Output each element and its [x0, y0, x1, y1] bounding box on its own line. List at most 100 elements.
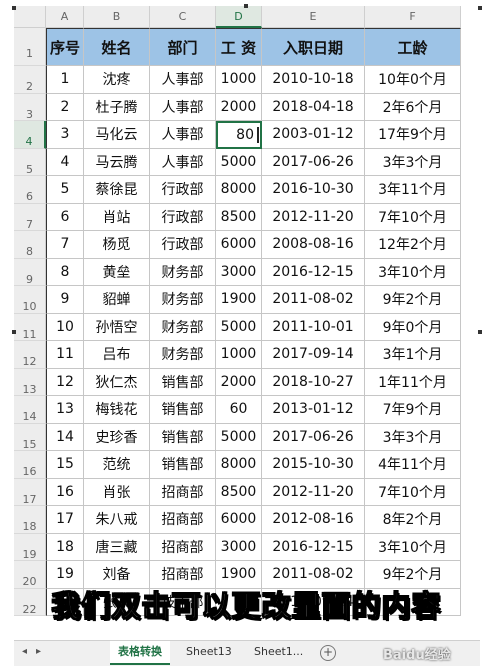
sheet-tab-sheet13[interactable]: Sheet13 [178, 641, 240, 665]
table-cell[interactable]: 3 [46, 121, 84, 149]
table-cell[interactable]: 招商部 [150, 533, 216, 561]
table-cell[interactable]: 1900 [216, 286, 262, 314]
table-cell[interactable]: 2 [46, 93, 84, 121]
table-cell[interactable]: 14 [46, 423, 84, 451]
table-cell[interactable]: 2015-10-30 [262, 451, 365, 479]
table-cell[interactable]: 2011-10-01 [262, 313, 365, 341]
column-header-a[interactable]: A [46, 6, 84, 28]
table-cell[interactable]: 1年11个月 [365, 368, 461, 396]
table-cell[interactable]: 狄仁杰 [84, 368, 150, 396]
add-sheet-icon[interactable]: + [320, 645, 336, 661]
row-header[interactable]: 6 [14, 176, 46, 204]
table-cell[interactable]: 蔡徐昆 [84, 176, 150, 204]
table-cell[interactable]: 6 [46, 203, 84, 231]
table-cell[interactable]: 60 [216, 396, 262, 424]
table-cell[interactable]: 人事部 [150, 93, 216, 121]
column-header-f[interactable]: F [365, 6, 461, 28]
table-cell[interactable]: 人事部 [150, 66, 216, 94]
table-cell[interactable]: 9年2个月 [365, 286, 461, 314]
table-cell[interactable]: 貂蝉 [84, 286, 150, 314]
table-cell[interactable]: 8000 [216, 451, 262, 479]
table-cell[interactable]: 2018-10-27 [262, 368, 365, 396]
row-header[interactable]: 13 [14, 368, 46, 396]
table-cell[interactable]: 2016-10-30 [262, 176, 365, 204]
row-header[interactable]: 14 [14, 396, 46, 424]
table-header-cell[interactable]: 姓名 [84, 28, 150, 66]
table-cell[interactable]: 3年3个月 [365, 423, 461, 451]
sheet-tab-active[interactable]: 表格转换 [110, 641, 170, 665]
table-cell[interactable]: 5000 [216, 423, 262, 451]
table-cell[interactable]: 8 [46, 258, 84, 286]
table-cell[interactable]: 2017-06-26 [262, 148, 365, 176]
table-cell[interactable]: 2016-12-15 [262, 258, 365, 286]
table-cell[interactable]: 行政部 [150, 176, 216, 204]
table-cell[interactable]: 行政部 [150, 203, 216, 231]
table-cell[interactable]: 唐三藏 [84, 533, 150, 561]
table-cell[interactable]: 2016-12-15 [262, 533, 365, 561]
column-header-b[interactable]: B [84, 6, 150, 28]
table-cell[interactable]: 11 [46, 341, 84, 369]
salary-cell-editing[interactable]: 80 [216, 121, 262, 149]
table-cell[interactable]: 2008-08-16 [262, 231, 365, 259]
row-header[interactable]: 1 [14, 28, 46, 66]
row-header[interactable]: 9 [14, 258, 46, 286]
row-header[interactable]: 18 [14, 506, 46, 534]
table-cell[interactable]: 8年2个月 [365, 506, 461, 534]
tab-scroll-left-icon[interactable]: ◂ [22, 646, 27, 657]
table-header-cell[interactable]: 序号 [46, 28, 84, 66]
table-cell[interactable]: 销售部 [150, 368, 216, 396]
column-header-e[interactable]: E [262, 6, 365, 28]
table-cell[interactable]: 沈疼 [84, 66, 150, 94]
row-header[interactable]: 8 [14, 231, 46, 259]
table-cell[interactable]: 吕布 [84, 341, 150, 369]
table-cell[interactable]: 2012-08-16 [262, 506, 365, 534]
table-cell[interactable]: 8000 [216, 176, 262, 204]
row-header[interactable]: 2 [14, 66, 46, 94]
row-header[interactable]: 16 [14, 451, 46, 479]
table-cell[interactable]: 3年1个月 [365, 341, 461, 369]
table-cell[interactable]: 5000 [216, 148, 262, 176]
table-cell[interactable]: 4年11个月 [365, 451, 461, 479]
table-cell[interactable]: 2017-09-14 [262, 341, 365, 369]
table-header-cell[interactable]: 入职日期 [262, 28, 365, 66]
sheet-tab-sheet1[interactable]: Sheet1... [246, 641, 311, 665]
table-cell[interactable]: 2012-11-20 [262, 203, 365, 231]
table-cell[interactable]: 3年11个月 [365, 176, 461, 204]
table-cell[interactable]: 朱八戒 [84, 506, 150, 534]
table-cell[interactable]: 8500 [216, 203, 262, 231]
table-cell[interactable]: 杨觅 [84, 231, 150, 259]
table-cell[interactable]: 2年6个月 [365, 93, 461, 121]
row-header[interactable]: 12 [14, 341, 46, 369]
table-cell[interactable]: 5000 [216, 313, 262, 341]
table-cell[interactable]: 12年2个月 [365, 231, 461, 259]
table-cell[interactable]: 2000 [216, 368, 262, 396]
table-cell[interactable]: 行政部 [150, 231, 216, 259]
row-header[interactable]: 4 [14, 121, 46, 149]
table-cell[interactable]: 1000 [216, 341, 262, 369]
table-cell[interactable]: 7 [46, 231, 84, 259]
column-header-d[interactable]: D [216, 6, 262, 28]
table-cell[interactable]: 招商部 [150, 478, 216, 506]
row-header[interactable]: 10 [14, 286, 46, 314]
table-cell[interactable]: 2013-01-12 [262, 396, 365, 424]
select-all-corner[interactable] [14, 6, 46, 28]
table-cell[interactable]: 3年3个月 [365, 148, 461, 176]
table-cell[interactable]: 9年0个月 [365, 313, 461, 341]
table-cell[interactable]: 人事部 [150, 148, 216, 176]
table-cell[interactable]: 黄垒 [84, 258, 150, 286]
table-cell[interactable]: 3年10个月 [365, 533, 461, 561]
table-header-cell[interactable]: 工龄 [365, 28, 461, 66]
table-cell[interactable]: 4 [46, 148, 84, 176]
table-cell[interactable]: 3年10个月 [365, 258, 461, 286]
row-header[interactable]: 17 [14, 478, 46, 506]
table-cell[interactable]: 人事部 [150, 121, 216, 149]
row-header[interactable]: 7 [14, 203, 46, 231]
row-header[interactable]: 19 [14, 533, 46, 561]
table-cell[interactable]: 2012-11-20 [262, 478, 365, 506]
table-header-cell[interactable]: 部门 [150, 28, 216, 66]
table-cell[interactable]: 16 [46, 478, 84, 506]
table-cell[interactable]: 马化云 [84, 121, 150, 149]
table-cell[interactable]: 7年10个月 [365, 203, 461, 231]
table-cell[interactable]: 肖张 [84, 478, 150, 506]
table-cell[interactable]: 7年10个月 [365, 478, 461, 506]
